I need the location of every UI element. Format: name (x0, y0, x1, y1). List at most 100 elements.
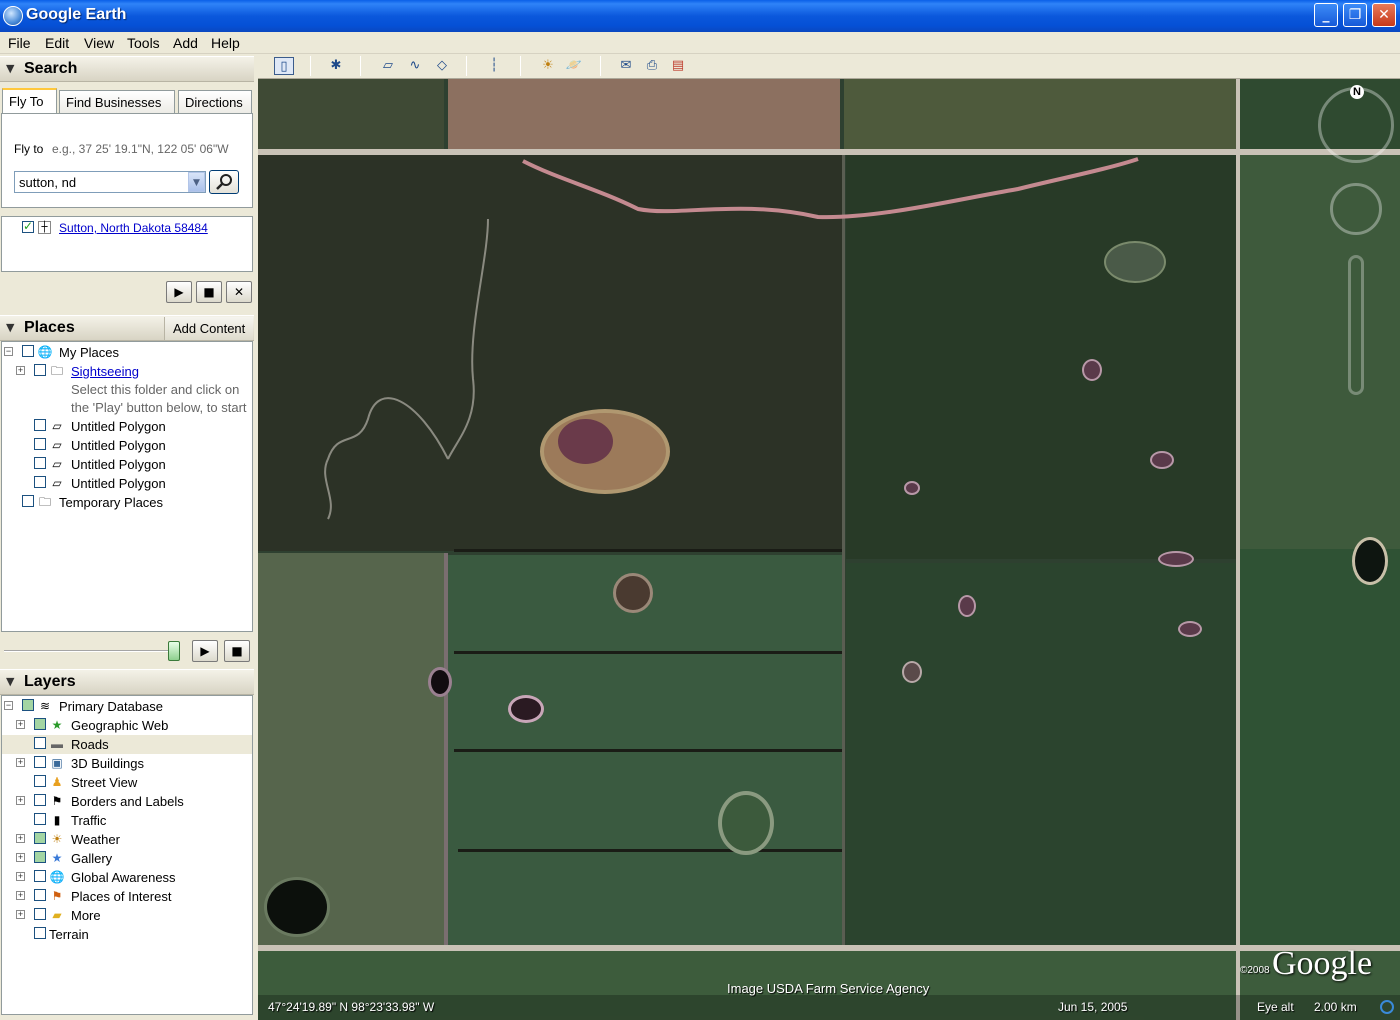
expand-icon[interactable]: + (16, 891, 25, 900)
search-button[interactable] (209, 170, 239, 194)
layer-street-view[interactable]: ♟ Street View (2, 773, 252, 792)
tree-item-polygon[interactable]: ▱ Untitled Polygon (2, 474, 252, 493)
layer-places-of-interest[interactable]: + ⚑ Places of Interest (2, 887, 252, 906)
layer-roads[interactable]: ▬ Roads (2, 735, 252, 754)
menu-help[interactable]: Help (211, 35, 240, 51)
search-panel-header[interactable]: ▼ Search (0, 56, 254, 82)
tree-item-temporary-places[interactable]: 🗀 Temporary Places (2, 493, 252, 512)
checkbox[interactable] (34, 457, 46, 469)
print-icon[interactable]: ⎙ (642, 57, 662, 75)
expand-icon[interactable]: + (16, 758, 25, 767)
add-polygon-icon[interactable]: ▱ (378, 57, 398, 75)
checkbox[interactable] (34, 813, 46, 825)
minimize-button[interactable]: _ (1314, 3, 1338, 27)
tab-directions[interactable]: Directions (178, 90, 252, 114)
layers-panel-header[interactable]: ▼ Layers (0, 669, 254, 695)
expand-icon[interactable]: + (16, 872, 25, 881)
streaming-indicator-icon (1380, 1000, 1394, 1014)
expand-icon[interactable]: + (16, 910, 25, 919)
tour-slider-knob[interactable] (168, 641, 180, 661)
collapse-icon[interactable]: − (4, 347, 13, 356)
sidebar-toggle-icon[interactable]: ▯ (274, 57, 294, 75)
checkbox[interactable] (22, 699, 34, 711)
checkbox[interactable] (34, 775, 46, 787)
checkbox[interactable] (34, 870, 46, 882)
tour-slider-track[interactable] (4, 650, 176, 652)
pond (428, 667, 452, 697)
tree-item-polygon[interactable]: ▱ Untitled Polygon (2, 455, 252, 474)
result-checkbox[interactable] (22, 219, 34, 233)
menu-add[interactable]: Add (173, 35, 198, 51)
add-path-icon[interactable]: ∿ (405, 57, 425, 75)
zoom-slider[interactable] (1348, 255, 1364, 395)
look-joystick[interactable] (1330, 183, 1382, 235)
clear-button[interactable]: ✕ (226, 281, 252, 303)
collapse-icon[interactable]: − (4, 701, 13, 710)
expand-icon[interactable]: + (16, 720, 25, 729)
polygon-icon: ▱ (52, 457, 62, 471)
tab-find-businesses[interactable]: Find Businesses (59, 90, 175, 114)
layer-weather[interactable]: + ☀ Weather (2, 830, 252, 849)
layer-more[interactable]: + ▰ More (2, 906, 252, 925)
add-overlay-icon[interactable]: ◇ (432, 57, 452, 75)
stop-tour-button[interactable]: ■ (224, 640, 250, 662)
dropdown-arrow-icon[interactable]: ▼ (188, 172, 205, 192)
tree-item-polygon[interactable]: ▱ Untitled Polygon (2, 436, 252, 455)
add-placemark-icon[interactable]: ✱ (326, 57, 346, 75)
collapse-triangle-icon[interactable]: ▼ (6, 321, 14, 334)
collapse-triangle-icon[interactable]: ▼ (6, 62, 14, 75)
menu-file[interactable]: File (8, 35, 31, 51)
checkbox[interactable] (22, 345, 34, 357)
layer-terrain[interactable]: Terrain (2, 925, 252, 944)
layer-traffic[interactable]: ▮ Traffic (2, 811, 252, 830)
fly-to-input[interactable]: sutton, nd (14, 171, 206, 193)
tab-fly-to[interactable]: Fly To (2, 88, 57, 114)
layer-3d-buildings[interactable]: + ▣ 3D Buildings (2, 754, 252, 773)
sky-icon[interactable]: 🪐 (564, 57, 584, 75)
checkbox[interactable] (34, 756, 46, 768)
tree-item-polygon[interactable]: ▱ Untitled Polygon (2, 417, 252, 436)
menu-view[interactable]: View (84, 35, 114, 51)
sunlight-icon[interactable]: ☀ (538, 57, 558, 75)
layer-global-awareness[interactable]: + 🌐 Global Awareness (2, 868, 252, 887)
play-tour-button[interactable]: ▶ (192, 640, 218, 662)
checkbox[interactable] (34, 889, 46, 901)
tree-item-my-places[interactable]: − 🌐 My Places (2, 343, 252, 362)
expand-icon[interactable]: + (16, 796, 25, 805)
ruler-icon[interactable]: ┆ (484, 57, 504, 75)
layer-gallery[interactable]: + ★ Gallery (2, 849, 252, 868)
collapse-triangle-icon[interactable]: ▼ (6, 675, 14, 688)
result-link[interactable]: Sutton, North Dakota 58484 (59, 221, 208, 235)
layer-primary-database[interactable]: − ≋ Primary Database (2, 697, 252, 716)
checkbox[interactable] (34, 737, 46, 749)
expand-icon[interactable]: + (16, 834, 25, 843)
menu-edit[interactable]: Edit (45, 35, 69, 51)
email-icon[interactable]: ✉ (616, 57, 636, 75)
stop-button[interactable]: ■ (196, 281, 222, 303)
expand-icon[interactable]: + (16, 366, 25, 375)
earth-view[interactable]: N Image USDA Farm Service Agency 47°24'1… (258, 79, 1400, 1020)
layer-borders-and-labels[interactable]: + ⚑ Borders and Labels (2, 792, 252, 811)
menu-tools[interactable]: Tools (127, 35, 160, 51)
play-button[interactable]: ▶ (166, 281, 192, 303)
checkbox[interactable] (34, 364, 46, 376)
checkbox[interactable] (34, 832, 46, 844)
checkbox[interactable] (34, 794, 46, 806)
maximize-button[interactable]: ❐ (1343, 3, 1367, 27)
places-panel-header[interactable]: ▼ Places Add Content (0, 315, 254, 341)
tree-item-sightseeing[interactable]: + 🗀 Sightseeing (2, 362, 252, 381)
checkbox[interactable] (34, 908, 46, 920)
checkbox[interactable] (34, 419, 46, 431)
compass-north-label[interactable]: N (1350, 85, 1364, 99)
checkbox[interactable] (22, 495, 34, 507)
expand-icon[interactable]: + (16, 853, 25, 862)
close-button[interactable]: ✕ (1372, 3, 1396, 27)
checkbox[interactable] (34, 476, 46, 488)
view-in-maps-icon[interactable]: ▤ (668, 57, 688, 75)
checkbox[interactable] (34, 718, 46, 730)
layer-geographic-web[interactable]: + ★ Geographic Web (2, 716, 252, 735)
add-content-button[interactable]: Add Content (164, 317, 253, 340)
checkbox[interactable] (34, 927, 46, 939)
checkbox[interactable] (34, 851, 46, 863)
checkbox[interactable] (34, 438, 46, 450)
